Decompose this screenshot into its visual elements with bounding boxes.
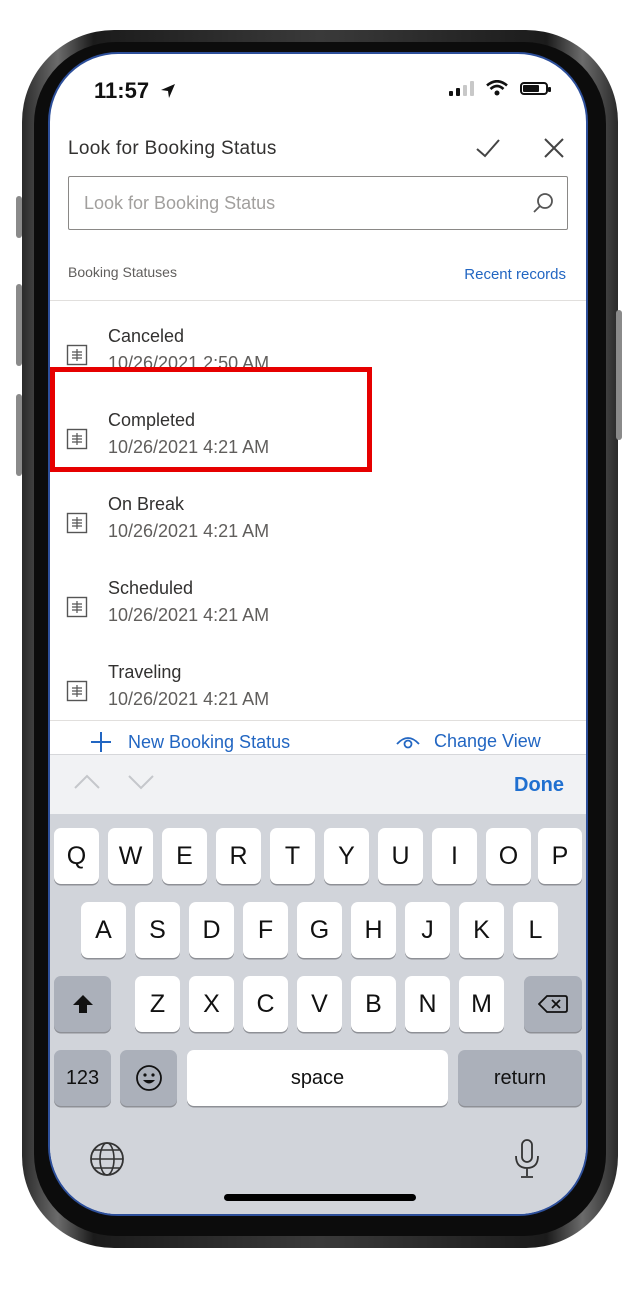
- key-b[interactable]: B: [351, 976, 396, 1032]
- record-date: 10/26/2021 4:21 AM: [108, 521, 270, 541]
- key-q[interactable]: Q: [54, 828, 99, 884]
- emoji-icon: [135, 1065, 162, 1091]
- numbers-key[interactable]: 123: [54, 1050, 111, 1106]
- key-x[interactable]: X: [189, 976, 234, 1032]
- return-key[interactable]: return: [458, 1050, 582, 1106]
- key-c[interactable]: C: [243, 976, 288, 1032]
- phone-screen: 11:57 Look for Booking Status Booking St…: [48, 52, 588, 1216]
- key-i[interactable]: I: [432, 828, 477, 884]
- key-t[interactable]: T: [270, 828, 315, 884]
- key-g[interactable]: G: [297, 902, 342, 958]
- key-f[interactable]: F: [243, 902, 288, 958]
- checkmark-icon[interactable]: [474, 134, 502, 162]
- list-item[interactable]: On Break 10/26/2021 4:21 AM: [50, 470, 586, 554]
- key-s[interactable]: S: [135, 902, 180, 958]
- search-field[interactable]: [68, 176, 568, 230]
- record-name: Canceled: [108, 326, 185, 346]
- emoji-key[interactable]: [120, 1050, 177, 1106]
- recent-records-link[interactable]: Recent records: [464, 266, 566, 283]
- key-y[interactable]: Y: [324, 828, 369, 884]
- microphone-icon[interactable]: [512, 1138, 542, 1180]
- entity-record-icon: [66, 680, 88, 702]
- list-item[interactable]: Scheduled 10/26/2021 4:21 AM: [50, 554, 586, 638]
- chevron-up-icon[interactable]: [72, 771, 102, 793]
- key-l[interactable]: L: [513, 902, 558, 958]
- status-indicators: [449, 80, 551, 96]
- key-w[interactable]: W: [108, 828, 153, 884]
- key-k[interactable]: K: [459, 902, 504, 958]
- key-u[interactable]: U: [378, 828, 423, 884]
- key-o[interactable]: O: [486, 828, 531, 884]
- record-name: Scheduled: [108, 578, 194, 598]
- command-bar: New Booking Status Change View: [50, 720, 586, 755]
- home-indicator: [224, 1194, 416, 1201]
- key-e[interactable]: E: [162, 828, 207, 884]
- highlight-box: [50, 367, 372, 472]
- close-icon[interactable]: [540, 134, 568, 162]
- cellular-signal-icon: [449, 80, 474, 96]
- shift-arrow-icon: [72, 995, 93, 1013]
- key-d[interactable]: D: [189, 902, 234, 958]
- keyboard: Q W E R T Y U I O P A S D F G H J K L Z …: [50, 814, 586, 1214]
- status-time: 11:57: [94, 78, 177, 104]
- key-m[interactable]: M: [459, 976, 504, 1032]
- key-j[interactable]: J: [405, 902, 450, 958]
- volume-down-button: [16, 394, 22, 476]
- power-button: [616, 310, 622, 440]
- new-booking-status-label: New Booking Status: [128, 731, 291, 752]
- record-name: On Break: [108, 494, 185, 514]
- record-date: 10/26/2021 4:21 AM: [108, 605, 270, 625]
- section-label: Booking Statuses: [68, 264, 177, 280]
- entity-record-icon: [66, 344, 88, 366]
- key-h[interactable]: H: [351, 902, 396, 958]
- new-booking-status-button[interactable]: New Booking Status: [90, 731, 290, 753]
- key-v[interactable]: V: [297, 976, 342, 1032]
- plus-icon: [91, 732, 111, 752]
- key-r[interactable]: R: [216, 828, 261, 884]
- list-item[interactable]: Traveling 10/26/2021 4:21 AM: [50, 638, 586, 720]
- key-n[interactable]: N: [405, 976, 450, 1032]
- wifi-icon: [486, 80, 508, 96]
- location-arrow-icon: [161, 84, 176, 98]
- keyboard-accessory-bar: Done: [50, 754, 586, 815]
- search-icon[interactable]: [531, 191, 555, 215]
- chevron-down-icon[interactable]: [126, 771, 156, 793]
- records-list: Canceled 10/26/2021 2:50 AM Completed 10…: [50, 302, 586, 720]
- change-view-button[interactable]: Change View: [396, 731, 541, 752]
- search-input[interactable]: [82, 191, 506, 215]
- volume-up-button: [16, 284, 22, 366]
- record-name: Traveling: [108, 662, 182, 682]
- space-key[interactable]: space: [187, 1050, 448, 1106]
- entity-record-icon: [66, 512, 88, 534]
- change-view-label: Change View: [434, 731, 541, 751]
- key-p[interactable]: P: [538, 828, 582, 884]
- record-date: 10/26/2021 4:21 AM: [108, 689, 270, 709]
- divider: [50, 300, 586, 301]
- globe-icon[interactable]: [88, 1140, 126, 1178]
- battery-icon: [520, 81, 551, 95]
- entity-record-icon: [66, 596, 88, 618]
- mute-switch: [16, 196, 22, 238]
- page-title: Look for Booking Status: [68, 138, 277, 159]
- key-a[interactable]: A: [81, 902, 126, 958]
- backspace-icon: [538, 995, 568, 1013]
- done-button[interactable]: Done: [514, 774, 564, 797]
- eye-icon: [396, 736, 420, 748]
- backspace-key[interactable]: [524, 976, 582, 1032]
- shift-key[interactable]: [54, 976, 111, 1032]
- key-z[interactable]: Z: [135, 976, 180, 1032]
